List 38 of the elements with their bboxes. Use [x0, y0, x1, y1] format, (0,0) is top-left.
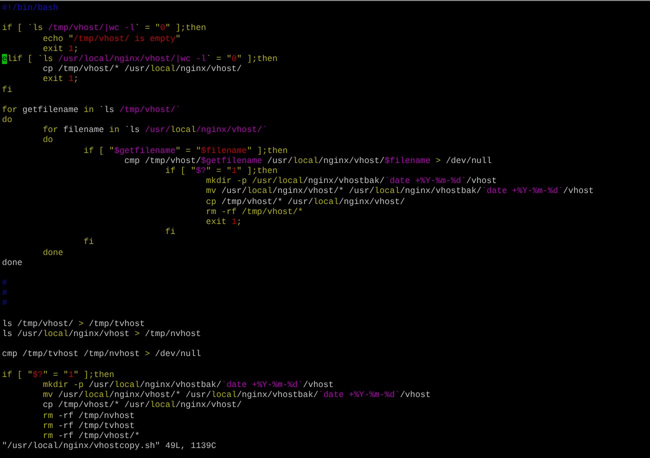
- code-line: fi: [2, 84, 12, 95]
- code-line: if [ `ls /tmp/vhost/|wc -l` = "0" ];then: [2, 23, 206, 34]
- code-line: for getfilename in `ls /tmp/vhost/`: [2, 104, 181, 116]
- code-line: cmp /tmp/tvhost /tmp/nvhost > /dev/null: [2, 349, 201, 360]
- code-line: echo "/tmp/vhost/ is empty": [42, 34, 181, 44]
- code-line: mv /usr/local/nginx/vhost/* /usr/local/nginx/vhostbak/`date +%Y-%m-%d`/vhost: [205, 186, 594, 197]
- code-line: exit 1;: [42, 44, 79, 54]
- code-line: #: [2, 298, 8, 309]
- code-line: mkdir -p /usr/local/nginx/vhostbak/`date +%Y-%m-%d`/vhost: [42, 380, 334, 390]
- code-line: if [ "$getfilename" = "$filename" ];then: [82, 146, 288, 156]
- code-line: exit 1;: [42, 74, 79, 84]
- code-line: elif [ `ls /usr/local/nginx/vhost/|wc -l` = "0" ];then: [2, 54, 278, 64]
- code-line: cp /tmp/vhost/* /usr/local/nginx/vhost/: [205, 196, 405, 207]
- code-line: do: [42, 135, 54, 146]
- code-line: for filename in `ls /usr/local/nginx/vhost/`: [42, 125, 268, 136]
- code-line: fi: [82, 237, 94, 248]
- code-line: #: [2, 278, 8, 288]
- code-line: exit 1;: [205, 216, 242, 228]
- code-line: cmp /tmp/vhost/$getfilename /usr/local/nginx/vhost/$filename > /dev/null: [123, 156, 492, 166]
- code-line: rm -rf /tmp/vhost/*: [205, 206, 303, 217]
- status-line: "/usr/local/nginx/vhostcopy.sh" 49L, 1139C: [2, 441, 216, 452]
- code-line: if [ "$?" = "1" ];then: [2, 370, 114, 380]
- code-line: ls /tmp/vhost/ > /tmp/tvhost: [2, 318, 145, 329]
- code-line: rm -rf /tmp/nvhost: [42, 410, 135, 421]
- code-line: rm -rf /tmp/vhost/*: [42, 430, 140, 442]
- code-line: #: [2, 288, 8, 298]
- code-line: mv /usr/local/nginx/vhost/* /usr/local/nginx/vhostbak/`date +%Y-%m-%d`/vhost: [42, 390, 431, 400]
- code-line: ls /usr/local/nginx/vhost > /tmp/nvhost: [2, 329, 201, 340]
- code-line: done: [42, 248, 64, 258]
- code-line: rm -rf /tmp/tvhost: [42, 420, 135, 431]
- code-line: #!/bin/bash: [2, 3, 58, 14]
- code-line: mkdir -p /usr/local/nginx/vhostbak/`date +%Y-%m-%d`/vhost: [205, 176, 497, 186]
- code-line: cp /tmp/vhost/* /usr/local/nginx/vhost/: [42, 64, 242, 74]
- code-line: if [ "$?" = "1" ];then: [164, 166, 278, 176]
- code-line: cp /tmp/vhost/* /usr/local/nginx/vhost/: [42, 400, 242, 410]
- code-line: fi: [164, 227, 176, 238]
- code-line: done: [2, 258, 22, 268]
- code-line: do: [2, 115, 12, 126]
